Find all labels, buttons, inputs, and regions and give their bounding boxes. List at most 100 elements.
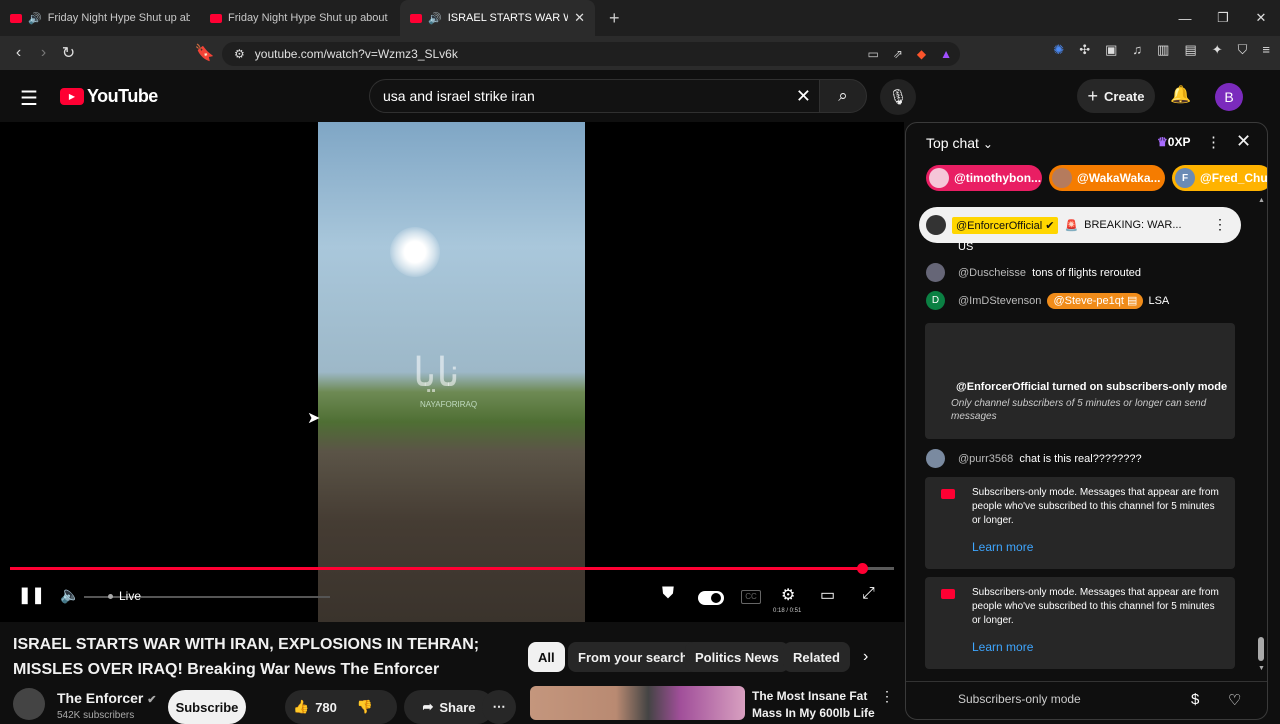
minimize-icon[interactable]: — xyxy=(1166,0,1204,36)
scroll-up-icon[interactable]: ▲ xyxy=(1258,197,1265,204)
wallet-icon[interactable]: ▤ xyxy=(1184,42,1196,58)
ad-shield-icon[interactable]: ⛊ xyxy=(662,585,674,603)
super-chat-icon[interactable]: $ xyxy=(1191,691,1199,708)
browser-tab-active[interactable]: 🔊 ISRAEL STARTS WAR WITH IR ✕ xyxy=(400,0,595,36)
voice-search-button[interactable]: 🎙 xyxy=(880,79,916,115)
ticker-avatar xyxy=(1052,168,1072,188)
chevron-right-icon[interactable]: › xyxy=(863,648,868,666)
subscribe-button[interactable]: Subscribe xyxy=(168,690,246,724)
captions-icon[interactable]: CC xyxy=(741,590,761,604)
sun-glare xyxy=(390,227,440,277)
chip-politics-news[interactable]: Politics News xyxy=(685,642,789,672)
rewards-icon[interactable]: ▲ xyxy=(940,47,952,61)
learn-more-link[interactable]: Learn more xyxy=(972,640,1033,654)
search-input[interactable]: usa and israel strike iran ✕ xyxy=(369,79,819,113)
hamburger-menu-icon[interactable]: ☰ xyxy=(20,86,38,111)
extension-icon[interactable]: ✺ xyxy=(1053,42,1064,58)
bookmark-icon[interactable]: 🔖 xyxy=(192,43,217,63)
verified-icon: ✔ xyxy=(1045,219,1055,232)
heart-icon[interactable]: ♡ xyxy=(1228,691,1241,709)
create-button[interactable]: + Create xyxy=(1077,79,1155,113)
vpn-icon[interactable]: ⛉ xyxy=(1238,42,1248,58)
new-tab-icon[interactable]: + xyxy=(609,8,620,29)
top-chat-dropdown[interactable]: Top chat ⌄ xyxy=(926,135,993,151)
clear-search-icon[interactable]: ✕ xyxy=(796,86,811,107)
url-field[interactable]: ⚙ youtube.com/watch?v=Wzmz3_SLv6k ▭ ⇗ ◆ … xyxy=(222,42,960,66)
search-button[interactable]: ⌕ xyxy=(819,79,867,113)
fullscreen-icon[interactable]: ⤢ xyxy=(862,585,875,603)
browser-tab[interactable]: 🔊 Friday Night Hype Shut up about xyxy=(0,0,200,36)
subscribers-only-notice: Subscribers-only mode. Messages that app… xyxy=(925,577,1235,669)
channel-name[interactable]: The Enforcer ✔ xyxy=(57,690,156,706)
share-icon[interactable]: ⇗ xyxy=(893,47,903,61)
close-tab-icon[interactable]: ✕ xyxy=(574,10,585,26)
sidebar-icon[interactable]: ▥ xyxy=(1157,42,1169,58)
crown-icon: ♛ xyxy=(1157,135,1168,149)
close-chat-icon[interactable]: ✕ xyxy=(1236,131,1251,152)
autoplay-toggle[interactable] xyxy=(698,591,724,605)
pinned-menu-icon[interactable]: ⋮ xyxy=(1213,216,1227,233)
browser-tab[interactable]: Friday Night Hype Shut up about toe xyxy=(200,0,400,36)
audio-icon: 🔊 xyxy=(428,12,442,25)
leo-icon[interactable]: ✦ xyxy=(1212,42,1223,58)
recommended-title[interactable]: The Most Insane Fat Mass In My 600lb Lif… xyxy=(752,688,880,722)
share-button[interactable]: ➦ Share xyxy=(404,690,494,724)
progress-scrubber[interactable] xyxy=(857,563,869,574)
youtube-header: ☰ ▶ YouTube usa and israel strike iran ✕… xyxy=(0,70,1280,122)
ticker-item[interactable]: @timothybon... xyxy=(926,165,1042,191)
video-player[interactable]: نايا NAYAFORIRAQ ❚❚ 🔈 Live ⛊ CC ⚙ ▭ ⤢ 0:… xyxy=(0,122,904,622)
puzzle-icon[interactable]: ✣ xyxy=(1079,42,1090,58)
video-frame: نايا NAYAFORIRAQ xyxy=(318,122,585,622)
notice-text: Subscribers-only mode. Messages that app… xyxy=(972,487,1219,526)
reload-icon[interactable]: ↻ xyxy=(56,43,81,63)
scroll-down-icon[interactable]: ▼ xyxy=(1258,665,1265,672)
pause-icon[interactable]: ❚❚ xyxy=(18,585,45,605)
music-icon[interactable]: ♫ xyxy=(1132,42,1142,58)
site-info-icon[interactable]: ⚙ xyxy=(234,47,245,61)
live-indicator[interactable]: Live xyxy=(108,589,141,603)
channel-avatar[interactable] xyxy=(13,688,45,720)
youtube-logo[interactable]: ▶ YouTube xyxy=(60,86,158,107)
menu-icon[interactable]: ≡ xyxy=(1262,42,1270,58)
screenshot-icon[interactable]: ▣ xyxy=(1105,42,1117,58)
like-icon[interactable]: 👍 xyxy=(293,699,309,715)
ticker-name: @timothybon... xyxy=(954,171,1042,185)
account-avatar[interactable]: B xyxy=(1215,83,1243,111)
cast-icon[interactable]: ▭ xyxy=(867,47,878,61)
chat-avatar xyxy=(926,449,945,468)
chip-from-your-search[interactable]: From your search xyxy=(568,642,698,672)
settings-gear-icon[interactable]: ⚙ xyxy=(781,585,795,605)
volume-icon[interactable]: 🔈 xyxy=(60,585,80,605)
restore-icon[interactable]: ❐ xyxy=(1204,0,1242,36)
back-icon[interactable]: ‹ xyxy=(6,44,31,62)
like-count[interactable]: 780 xyxy=(315,700,337,715)
scroll-thumb[interactable] xyxy=(1258,637,1264,661)
mention-chip[interactable]: @Steve-pe1qt ▤ xyxy=(1047,293,1144,309)
recommended-menu-icon[interactable]: ⋮ xyxy=(880,688,894,705)
chat-message[interactable]: D @ImDStevenson @Steve-pe1qt ▤ LSA xyxy=(926,291,1169,310)
close-window-icon[interactable]: ✕ xyxy=(1242,0,1280,36)
system-message: @EnforcerOfficial turned on subscribers-… xyxy=(925,323,1235,439)
chip-related[interactable]: Related xyxy=(783,642,850,672)
chip-all[interactable]: All xyxy=(528,642,565,672)
notifications-bell-icon[interactable]: 🔔 xyxy=(1170,85,1191,105)
progress-bar[interactable] xyxy=(10,563,894,574)
brave-shield-icon[interactable]: ◆ xyxy=(917,47,926,61)
tab-title: Friday Night Hype Shut up about xyxy=(47,12,190,24)
pinned-message[interactable]: @EnforcerOfficial ✔ 🚨 BREAKING: WAR... ⋮ xyxy=(919,207,1241,243)
plus-icon: + xyxy=(1087,85,1099,106)
learn-more-link[interactable]: Learn more xyxy=(972,540,1033,554)
dislike-icon[interactable]: 👎 xyxy=(357,699,373,715)
xp-badge[interactable]: ♛0XP xyxy=(1157,135,1190,149)
forward-icon[interactable]: › xyxy=(31,44,56,62)
chat-menu-icon[interactable]: ⋮ xyxy=(1206,133,1221,151)
more-actions-button[interactable]: ⋯ xyxy=(482,690,516,724)
chat-message[interactable]: @Duscheisse tons of flights rerouted xyxy=(926,263,1141,282)
ticker-item[interactable]: @WakaWaka... xyxy=(1049,165,1165,191)
chat-message[interactable]: @purr3568 chat is this real???????? xyxy=(926,449,1142,468)
chat-scrollbar[interactable]: ▲ ▼ xyxy=(1258,197,1265,672)
audio-icon: 🔊 xyxy=(28,12,42,25)
recommended-thumbnail[interactable] xyxy=(530,686,745,720)
ticker-item[interactable]: F @Fred_Church xyxy=(1172,165,1267,191)
theater-mode-icon[interactable]: ▭ xyxy=(820,585,835,605)
